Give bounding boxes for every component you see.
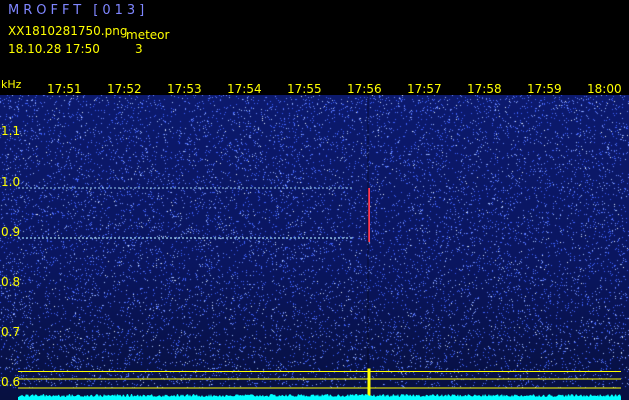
spectrogram-panel: [0, 95, 629, 400]
power-trace: [18, 394, 621, 400]
x-tick-label: 17:51: [47, 82, 82, 96]
x-tick-label: 17:53: [167, 82, 202, 96]
x-tick-label: 18:00: [587, 82, 622, 96]
spectrogram-overlay: [18, 95, 621, 400]
y-tick-label: 0.9: [1, 225, 21, 239]
x-tick-label: 17:54: [227, 82, 262, 96]
timestamp-label: 18.10.28 17:50: [8, 42, 100, 56]
x-tick-label: 17:55: [287, 82, 322, 96]
y-tick-label: 1.1: [1, 124, 21, 138]
x-tick-label: 17:59: [527, 82, 562, 96]
y-tick-label: 0.7: [1, 325, 21, 339]
header-panel: MROFFT [013] XX1810281750.png meteor 18.…: [0, 0, 629, 78]
x-tick-label: 17:57: [407, 82, 442, 96]
event-type-label: meteor: [126, 28, 170, 42]
filename-label: XX1810281750.png: [8, 24, 128, 38]
x-tick-label: 17:56: [347, 82, 382, 96]
app-title: MROFFT [013]: [8, 3, 149, 18]
x-tick-label: 17:52: [107, 82, 142, 96]
x-tick-label: 17:58: [467, 82, 502, 96]
y-tick-label: 0.6: [1, 375, 21, 389]
y-axis-unit: kHz: [1, 78, 22, 91]
event-count-label: 3: [135, 42, 143, 56]
y-tick-label: 1.0: [1, 175, 21, 189]
y-tick-label: 0.8: [1, 275, 21, 289]
